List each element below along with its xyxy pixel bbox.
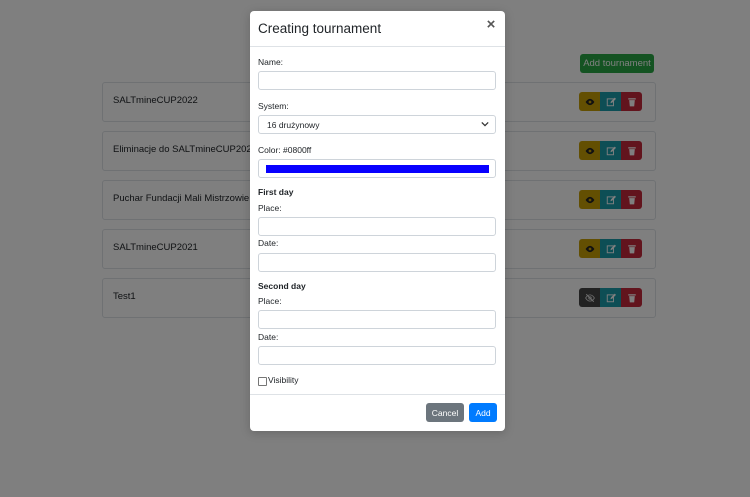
second-place-field[interactable] [258,310,496,329]
create-tournament-modal: Creating tournament × Name: System: 16 d… [250,11,505,431]
color-picker[interactable] [258,159,496,178]
visibility-label[interactable]: Visibility [268,375,299,385]
add-button[interactable]: Add [469,403,497,422]
first-place-label: Place: [258,203,282,213]
modal-footer: Cancel Add [250,394,505,432]
system-label: System: [258,101,289,111]
second-date-label: Date: [258,332,279,342]
system-select-value: 16 drużynowy [267,120,320,130]
visibility-checkbox[interactable] [258,377,267,386]
second-date-field[interactable] [258,346,496,365]
first-date-label: Date: [258,238,279,248]
first-place-field[interactable] [258,217,496,236]
modal-title: Creating tournament [258,21,382,36]
system-select[interactable]: 16 drużynowy [258,115,496,134]
chevron-down-icon [481,121,489,127]
color-label: Color: #0800ff [258,145,312,155]
cancel-button[interactable]: Cancel [426,403,464,422]
first-day-heading: First day [258,187,294,197]
color-swatch [266,165,489,173]
second-place-label: Place: [258,296,282,306]
second-day-heading: Second day [258,281,306,291]
close-icon[interactable]: × [485,17,497,32]
name-label: Name: [258,57,284,67]
modal-header: Creating tournament × [250,11,505,47]
name-field[interactable] [258,71,496,90]
first-date-field[interactable] [258,253,496,272]
